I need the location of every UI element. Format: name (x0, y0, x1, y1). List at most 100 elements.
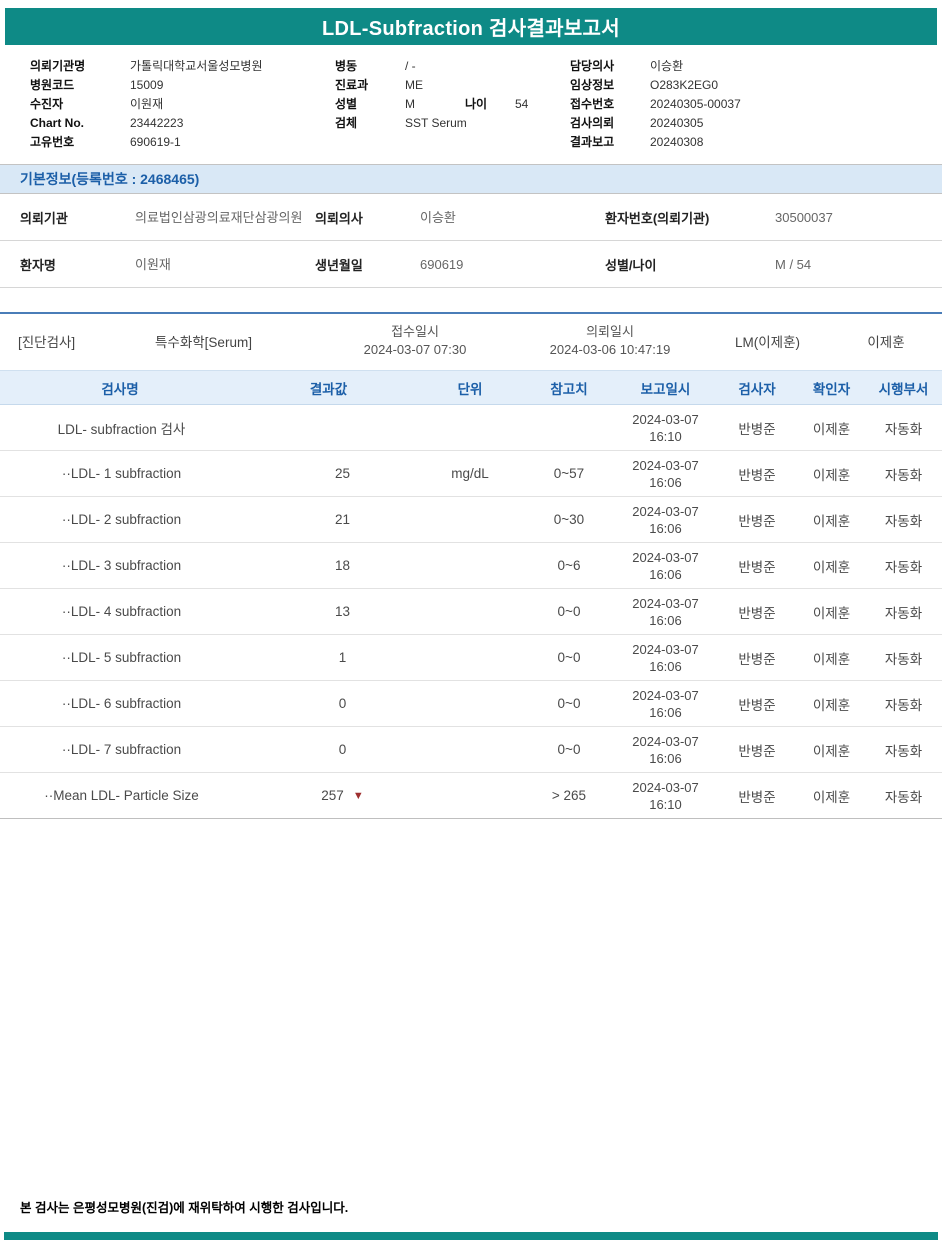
reported-datetime: 2024-03-07 16:06 (615, 634, 716, 681)
field-value: 20240308 (650, 135, 704, 149)
field-value: 15009 (130, 78, 164, 92)
field-test-request-date: 검사의뢰 20240305 (570, 114, 942, 133)
test-name: ··LDL- 7 subfraction (0, 726, 240, 773)
test-name: LDL- subfraction 검사 (0, 404, 240, 451)
results-header-row: 검사명 결과값 단위 참고치 보고일시 검사자 확인자 시행부서 (0, 370, 942, 405)
field-ward: 병동 / - (335, 57, 570, 76)
test-name: ··LDL- 5 subfraction (0, 634, 240, 681)
report-title-bar: LDL-Subfraction 검사결과보고서 (5, 8, 937, 45)
receipt-datetime: 접수일시 2024-03-07 07:30 (315, 323, 515, 359)
reference-range (523, 404, 615, 451)
field-label: 고유번호 (30, 135, 75, 149)
field-value: 가톨릭대학교서울성모병원 (130, 59, 263, 73)
field-label: 병동 (335, 59, 358, 73)
performing-dept: 자동화 (865, 726, 942, 773)
performing-dept: 자동화 (865, 588, 942, 635)
result-value-cell: 257 ▼ (240, 772, 417, 819)
field-department: 진료과 ME (335, 76, 570, 95)
field-value: / - (405, 59, 416, 73)
result-row: ··LDL- 2 subfraction 21 0~30 2024-03-07 … (0, 496, 942, 543)
field-chart-no: Chart No. 23442223 (30, 114, 335, 133)
result-value: 18 (334, 558, 351, 573)
field-value: 20240305-00037 (650, 97, 741, 111)
field-label: 병원코드 (30, 78, 75, 92)
tester: 반병준 (716, 450, 798, 497)
lab-director: 이제훈 (867, 335, 905, 350)
confirmer: 이제훈 (798, 496, 865, 543)
performing-dept: 자동화 (865, 450, 942, 497)
field-value: ME (405, 78, 423, 92)
reference-range: 0~6 (523, 542, 615, 589)
reported-datetime: 2024-03-07 16:06 (615, 726, 716, 773)
footer-note: 본 검사는 은평성모병원(진검)에 재위탁하여 시행한 검사입니다. (20, 1201, 349, 1215)
tester: 반병준 (716, 772, 798, 819)
field-value: 690619 (420, 256, 464, 272)
col-confirmer: 확인자 (798, 370, 865, 405)
request-datetime: 의뢰일시 2024-03-06 10:47:19 (515, 323, 705, 359)
receipt-time: 2024-03-07 07:30 (363, 342, 467, 357)
field-examinee: 수진자 이원재 (30, 95, 335, 114)
unit (417, 772, 523, 819)
result-value: 25 (334, 466, 351, 481)
confirmer: 이제훈 (798, 404, 865, 451)
reported-datetime: 2024-03-07 16:06 (615, 542, 716, 589)
field-value: 30500037 (775, 209, 833, 225)
result-row: ··LDL- 5 subfraction 1 0~0 2024-03-07 16… (0, 634, 942, 681)
reference-range: 0~0 (523, 726, 615, 773)
unit (417, 634, 523, 681)
patient-header: 의뢰기관명 가톨릭대학교서울성모병원 병원코드 15009 수진자 이원재 Ch… (0, 45, 942, 164)
reported-datetime: 2024-03-07 16:06 (615, 588, 716, 635)
result-row: ··LDL- 1 subfraction 25 mg/dL 0~57 2024-… (0, 450, 942, 497)
receipt-label: 접수일시 (391, 324, 439, 339)
field-value: 이원재 (130, 97, 164, 111)
result-value-cell: 18 (240, 542, 417, 589)
field-label: 수진자 (30, 97, 64, 111)
confirmer: 이제훈 (798, 680, 865, 727)
unit (417, 496, 523, 543)
performing-dept: 자동화 (865, 496, 942, 543)
result-value-cell: 21 (240, 496, 417, 543)
field-value: 54 (515, 97, 529, 111)
report-title: LDL-Subfraction 검사결과보고서 (322, 18, 620, 40)
unit (417, 680, 523, 727)
basic-info-row: 환자명 이원재 생년월일 690619 성별/나이 M / 54 (0, 241, 942, 288)
result-row: ··LDL- 3 subfraction 18 0~6 2024-03-07 1… (0, 542, 942, 589)
result-row: ··LDL- 6 subfraction 0 0~0 2024-03-07 16… (0, 680, 942, 727)
field-label: 의뢰기관 (20, 210, 68, 226)
basic-info-section-title: 기본정보(등록번호 : 2468465) (20, 171, 200, 187)
reference-range: 0~30 (523, 496, 615, 543)
field-label: 진료과 (335, 78, 369, 92)
reference-range: 0~0 (523, 588, 615, 635)
result-value: 1 (338, 650, 347, 665)
confirmer: 이제훈 (798, 634, 865, 681)
lab-category: [진단검사] (18, 335, 76, 350)
tester: 반병준 (716, 726, 798, 773)
report-page: LDL-Subfraction 검사결과보고서 의뢰기관명 가톨릭대학교서울성모… (0, 0, 942, 1240)
patient-header-col-middle: 병동 / - 진료과 ME 성별 M 나이 54 검체 SST Serum (335, 57, 570, 152)
result-value-cell: 13 (240, 588, 417, 635)
result-row: ··LDL- 4 subfraction 13 0~0 2024-03-07 1… (0, 588, 942, 635)
field-label: 환자번호(의뢰기관) (605, 210, 710, 226)
performing-dept: 자동화 (865, 634, 942, 681)
result-value: 0 (338, 696, 347, 711)
basic-info-row: 의뢰기관 의료법인삼광의료재단삼광의원 의뢰의사 이승환 환자번호(의뢰기관) … (0, 194, 942, 241)
result-value-cell (240, 404, 417, 451)
confirmer: 이제훈 (798, 588, 865, 635)
confirmer: 이제훈 (798, 450, 865, 497)
field-specimen: 검체 SST Serum (335, 114, 570, 133)
field-label: 성별/나이 (605, 257, 657, 273)
result-value: 257 (321, 788, 344, 803)
results-table: 검사명 결과값 단위 참고치 보고일시 검사자 확인자 시행부서 LDL- su… (0, 370, 942, 819)
confirmer: 이제훈 (798, 726, 865, 773)
test-name: ··LDL- 1 subfraction (0, 450, 240, 497)
col-test-name: 검사명 (0, 370, 240, 405)
field-result-report-date: 결과보고 20240308 (570, 133, 942, 152)
tester: 반병준 (716, 404, 798, 451)
unit (417, 588, 523, 635)
unit: mg/dL (417, 450, 523, 497)
result-value-cell: 25 (240, 450, 417, 497)
reported-datetime: 2024-03-07 16:10 (615, 772, 716, 819)
patient-header-col-left: 의뢰기관명 가톨릭대학교서울성모병원 병원코드 15009 수진자 이원재 Ch… (30, 57, 335, 152)
field-hospital-code: 병원코드 15009 (30, 76, 335, 95)
bottom-bar (4, 1232, 938, 1240)
